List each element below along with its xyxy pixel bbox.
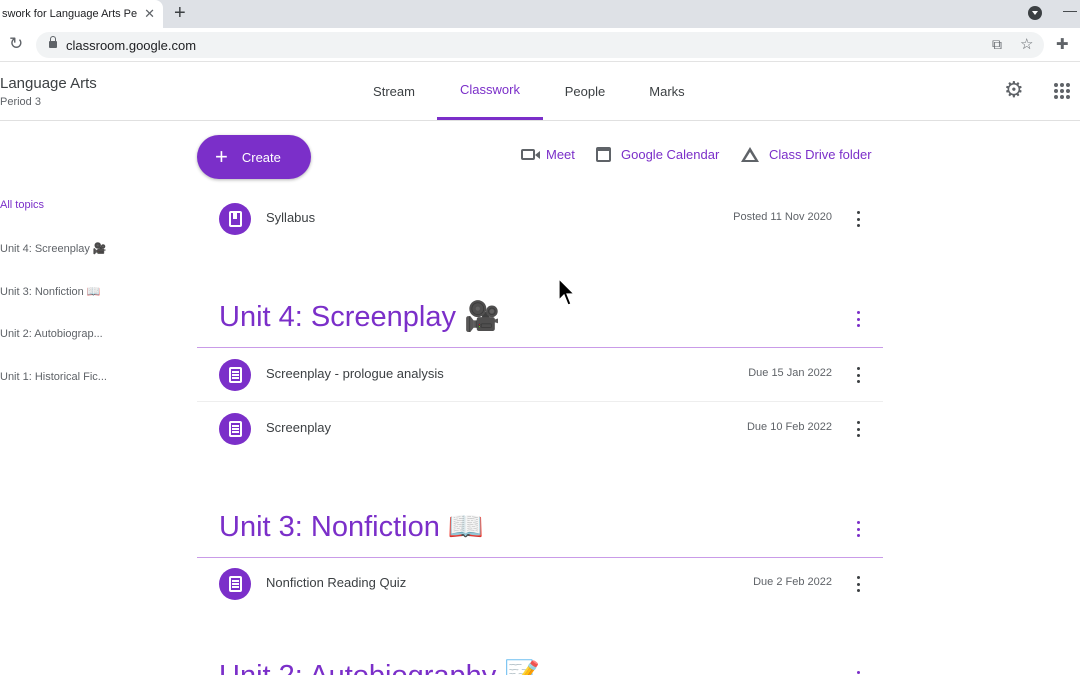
more-options-icon[interactable]: [857, 574, 861, 594]
row-title: Syllabus: [266, 210, 316, 225]
more-options-icon[interactable]: [857, 365, 861, 385]
topic-title[interactable]: Unit 3: Nonfiction 📖: [219, 510, 484, 544]
row-date: Posted 11 Nov 2020: [733, 211, 832, 223]
plus-icon: +: [215, 144, 228, 169]
topic-title[interactable]: Unit 2: Autobiography 📝: [219, 659, 540, 675]
settings-gear-icon[interactable]: ⚙: [1004, 79, 1024, 101]
calendar-label: Google Calendar: [621, 146, 720, 162]
row-date: Due 15 Jan 2022: [748, 367, 832, 379]
sidebar-item-unit-3[interactable]: Unit 3: Nonfiction 📖: [0, 285, 101, 298]
assignment-row[interactable]: Screenplay - prologue analysis Due 15 Ja…: [197, 348, 883, 402]
tab-classwork[interactable]: Classwork: [437, 62, 543, 120]
assignment-icon: [219, 359, 251, 391]
drive-label: Class Drive folder: [769, 146, 872, 162]
more-options-icon[interactable]: [857, 209, 861, 229]
sidebar-item-unit-4[interactable]: Unit 4: Screenplay 🎥: [0, 242, 107, 255]
meet-link[interactable]: Meet: [521, 144, 575, 164]
bookmark-star-icon[interactable]: ☆: [1020, 35, 1033, 53]
sidebar-item-unit-1[interactable]: Unit 1: Historical Fic...: [0, 371, 107, 383]
row-title: Screenplay: [266, 420, 332, 435]
assignment-icon: [219, 568, 251, 600]
video-camera-icon: [521, 148, 540, 160]
mouse-cursor-icon: [558, 278, 576, 306]
assignment-row[interactable]: Nonfiction Reading Quiz Due 2 Feb 2022: [197, 557, 883, 611]
browser-toolbar: ↻ classroom.google.com ⧉ ☆ ✚: [0, 28, 1080, 62]
tab-people[interactable]: People: [551, 62, 619, 120]
new-tab-icon[interactable]: +: [174, 2, 186, 25]
class-subtitle: Period 3: [0, 96, 41, 108]
assignment-row[interactable]: Screenplay Due 10 Feb 2022: [197, 402, 883, 456]
apps-grid-icon[interactable]: [1054, 83, 1070, 99]
calendar-icon: [596, 146, 611, 162]
topic-header-unit-3: Unit 3: Nonfiction 📖: [197, 502, 883, 558]
topic-more-options-icon[interactable]: [857, 519, 861, 539]
open-in-app-icon[interactable]: ⧉: [992, 36, 1002, 53]
close-tab-icon[interactable]: ✕: [144, 6, 155, 22]
tab-stream[interactable]: Stream: [357, 62, 431, 120]
address-bar[interactable]: classroom.google.com ⧉ ☆: [36, 32, 1044, 58]
topic-header-unit-2: Unit 2: Autobiography 📝: [197, 619, 883, 675]
create-button[interactable]: + Create: [197, 135, 311, 179]
row-title: Nonfiction Reading Quiz: [266, 575, 407, 590]
tab-search-icon[interactable]: [1028, 6, 1042, 20]
material-icon: [219, 203, 251, 235]
minimize-icon[interactable]: —: [1063, 2, 1077, 18]
sidebar-item-all-topics[interactable]: All topics: [0, 199, 44, 211]
assignment-icon: [219, 413, 251, 445]
row-date: Due 2 Feb 2022: [753, 576, 832, 588]
browser-tab[interactable]: swork for Language Arts Pe ✕: [0, 0, 163, 28]
class-drive-folder-link[interactable]: Class Drive folder: [741, 144, 872, 164]
lock-icon: [49, 36, 57, 48]
google-calendar-link[interactable]: Google Calendar: [596, 144, 719, 164]
sidebar-item-unit-2[interactable]: Unit 2: Autobiograp...: [0, 328, 103, 340]
meet-label: Meet: [546, 146, 575, 162]
browser-tab-title: swork for Language Arts Pe: [2, 8, 138, 20]
create-label: Create: [241, 149, 281, 165]
topic-title[interactable]: Unit 4: Screenplay 🎥: [219, 300, 500, 334]
tab-marks[interactable]: Marks: [633, 62, 701, 120]
url-text[interactable]: classroom.google.com: [66, 38, 196, 53]
drive-icon: [741, 146, 759, 162]
topic-more-options-icon[interactable]: [857, 309, 861, 329]
topic-header-unit-4: Unit 4: Screenplay 🎥: [197, 292, 883, 348]
extensions-icon[interactable]: ✚: [1056, 35, 1069, 53]
reload-icon[interactable]: ↻: [9, 34, 23, 54]
more-options-icon[interactable]: [857, 419, 861, 439]
browser-tab-bar: swork for Language Arts Pe ✕ + —: [0, 0, 1080, 28]
class-title[interactable]: Language Arts: [0, 75, 97, 92]
syllabus-row[interactable]: Syllabus Posted 11 Nov 2020: [197, 192, 883, 246]
topic-more-options-icon[interactable]: [857, 669, 861, 675]
row-date: Due 10 Feb 2022: [746, 421, 832, 433]
app-header: Language Arts Period 3 Stream Classwork …: [0, 62, 1080, 121]
row-title: Screenplay - prologue analysis: [266, 366, 444, 381]
